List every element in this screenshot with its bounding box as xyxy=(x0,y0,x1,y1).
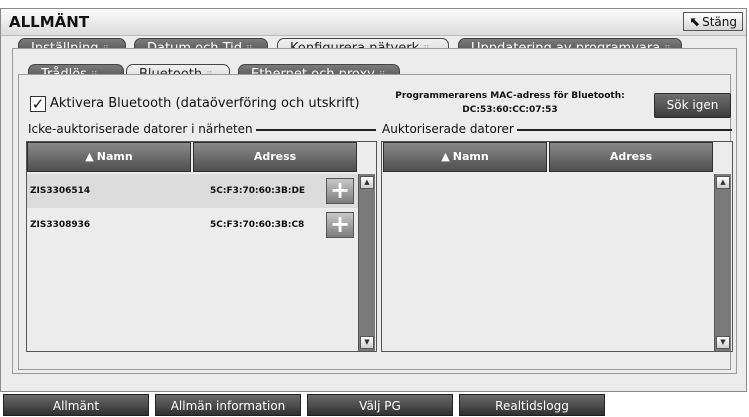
close-icon: ⬉ xyxy=(689,15,701,30)
enable-bluetooth-checkbox[interactable]: ✓ xyxy=(30,96,46,112)
plus-icon: + xyxy=(329,210,351,238)
scroll-up-icon[interactable]: ▲ xyxy=(716,176,730,189)
search-again-button[interactable]: Sök igen xyxy=(654,93,731,118)
scroll-down-icon[interactable]: ▼ xyxy=(716,336,730,349)
column-header-label: Adress xyxy=(609,150,653,163)
sort-ascending-icon: ▲ xyxy=(85,150,94,163)
column-header-label: Namn xyxy=(452,150,489,163)
authorized-list: ▲ Namn Adress ▲ ▼ xyxy=(381,141,733,352)
vertical-scrollbar[interactable]: ▲ ▼ xyxy=(358,174,375,351)
nav-realtidslogg[interactable]: Realtidslogg xyxy=(459,394,605,416)
unauthorized-section-label: Icke-auktoriserade datorer i närheten xyxy=(28,122,256,136)
title-bar: ALLMÄNT ⬉ Stäng xyxy=(1,9,746,36)
nav-allman-information[interactable]: Allmän information xyxy=(155,394,301,416)
device-name: ZIS3306514 xyxy=(30,186,91,196)
vertical-scrollbar[interactable]: ▲ ▼ xyxy=(714,174,731,351)
unauthorized-list: ▲ Namn Adress ZIS3306514 5C:F3:70:60:3B:D… xyxy=(26,141,377,352)
sort-ascending-icon: ▲ xyxy=(441,150,450,163)
plus-icon: + xyxy=(329,176,351,204)
window-title: ALLMÄNT xyxy=(9,13,90,31)
add-device-button[interactable]: + xyxy=(326,178,354,204)
nav-valj-pg[interactable]: Välj PG xyxy=(307,394,453,416)
add-device-button[interactable]: + xyxy=(326,212,354,238)
scroll-down-icon[interactable]: ▼ xyxy=(360,336,374,349)
table-row[interactable]: ZIS3308936 5C:F3:70:60:3B:C8 + xyxy=(27,208,358,242)
authorized-section-label: Auktoriserade datorer xyxy=(382,122,517,136)
column-header-label: Adress xyxy=(253,150,297,163)
column-header-address[interactable]: Adress xyxy=(549,142,713,172)
table-row[interactable]: ZIS3306514 5C:F3:70:60:3B:DE + xyxy=(27,174,358,208)
device-address: 5C:F3:70:60:3B:C8 xyxy=(210,220,305,230)
column-header-name[interactable]: ▲ Namn xyxy=(27,142,191,172)
column-header-label: Namn xyxy=(96,150,133,163)
column-header-address[interactable]: Adress xyxy=(193,142,357,172)
device-address: 5C:F3:70:60:3B:DE xyxy=(210,186,306,196)
mac-address-title: Programmerarens MAC-adress för Bluetooth… xyxy=(395,91,625,101)
close-button[interactable]: ⬉ Stäng xyxy=(683,12,743,31)
enable-bluetooth-label: Aktivera Bluetooth (dataöverföring och u… xyxy=(50,96,360,111)
close-button-label: Stäng xyxy=(702,15,737,29)
column-header-name[interactable]: ▲ Namn xyxy=(383,142,547,172)
mac-address-value: DC:53:60:CC:07:53 xyxy=(462,105,558,115)
device-name: ZIS3308936 xyxy=(30,220,91,230)
nav-allmant[interactable]: Allmänt xyxy=(3,394,149,416)
scroll-up-icon[interactable]: ▲ xyxy=(360,176,374,189)
